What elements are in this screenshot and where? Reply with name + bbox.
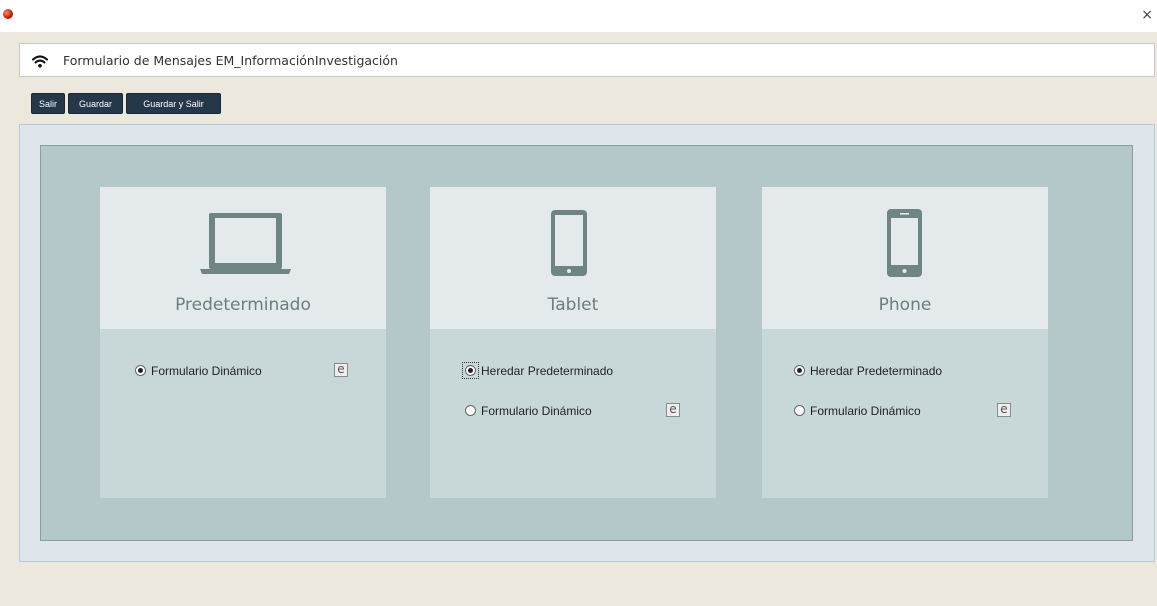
phone-icon <box>887 209 922 277</box>
radio-unselected[interactable] <box>794 405 805 416</box>
edit-form-icon[interactable]: e <box>666 403 680 417</box>
focus-ring <box>462 362 479 379</box>
option-label: Formulario Dinámico <box>481 404 592 418</box>
close-icon[interactable]: × <box>1141 8 1153 22</box>
laptop-icon <box>200 213 291 274</box>
app-icon <box>3 9 13 19</box>
option-label: Heredar Predeterminado <box>481 364 614 378</box>
guardar-y-salir-button[interactable]: Guardar y Salir <box>126 93 221 114</box>
radio-unselected[interactable] <box>465 405 476 416</box>
card-tablet: Tablet Heredar Predeterminado Formulario… <box>430 187 716 498</box>
card-label: Phone <box>878 295 932 315</box>
card-label: Predeterminado <box>175 295 311 315</box>
guardar-button[interactable]: Guardar <box>68 93 123 114</box>
form-title: Formulario de Mensajes EM_InformaciónInv… <box>63 53 398 68</box>
wifi-icon <box>32 55 48 68</box>
card-header: Predeterminado <box>100 187 386 329</box>
option-label: Formulario Dinámico <box>151 364 262 378</box>
card-header: Phone <box>762 187 1048 329</box>
edit-form-icon[interactable]: e <box>997 403 1011 417</box>
tablet-icon <box>551 210 587 276</box>
card-header: Tablet <box>430 187 716 329</box>
card-default: Predeterminado Formulario Dinámico e <box>100 187 386 498</box>
card-label: Tablet <box>547 295 599 315</box>
window-titlebar: × <box>0 0 1157 32</box>
option-label: Heredar Predeterminado <box>810 364 943 378</box>
form-header: Formulario de Mensajes EM_InformaciónInv… <box>19 43 1155 77</box>
radio-selected[interactable] <box>794 365 805 376</box>
edit-form-icon[interactable]: e <box>334 363 348 377</box>
option-label: Formulario Dinámico <box>810 404 921 418</box>
radio-selected[interactable] <box>135 365 146 376</box>
salir-button[interactable]: Salir <box>31 93 65 114</box>
card-phone: Phone Heredar Predeterminado Formulario … <box>762 187 1048 498</box>
